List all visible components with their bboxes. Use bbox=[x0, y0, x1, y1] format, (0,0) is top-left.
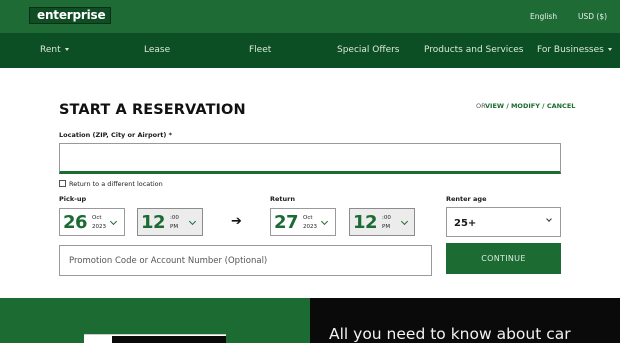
return-year: 2023 bbox=[303, 224, 317, 230]
pickup-day: 26 bbox=[63, 212, 88, 233]
promotion-code-input[interactable]: Promotion Code or Account Number (Option… bbox=[59, 245, 432, 276]
location-label: Location (ZIP, City or Airport) * bbox=[59, 131, 173, 139]
enterprise-logo[interactable]: enterprise bbox=[29, 7, 111, 24]
return-month: Oct bbox=[303, 215, 313, 221]
return-different-label: Return to a different location bbox=[69, 180, 163, 188]
arrow-right-icon: ➔ bbox=[231, 214, 242, 229]
page-title: START A RESERVATION bbox=[59, 102, 246, 118]
nav-item-label: For Businesses bbox=[537, 45, 604, 55]
pickup-year: 2023 bbox=[92, 224, 106, 230]
nav-item-label: Fleet bbox=[249, 45, 272, 55]
nav-item-fleet[interactable]: Fleet bbox=[249, 33, 271, 68]
footer-card-image bbox=[112, 336, 226, 343]
location-input[interactable] bbox=[59, 143, 561, 174]
currency-selector[interactable]: USD ($) bbox=[578, 12, 607, 21]
chevron-down-icon bbox=[546, 216, 552, 222]
pickup-label: Pick-up bbox=[59, 195, 87, 203]
chevron-down-icon bbox=[109, 217, 118, 226]
top-bar: enterprise English USD ($) bbox=[0, 0, 620, 33]
chevron-down-icon bbox=[607, 48, 612, 51]
pickup-hour: 12 bbox=[141, 212, 166, 233]
pickup-minute: :00 bbox=[170, 215, 179, 221]
chevron-down-icon bbox=[400, 217, 409, 226]
footer-info-panel: All you need to know about car bbox=[310, 298, 620, 343]
nav-item-label: Lease bbox=[144, 45, 171, 55]
footer-headline: All you need to know about car bbox=[329, 325, 571, 343]
return-hour: 12 bbox=[353, 212, 378, 233]
pickup-ampm: PM bbox=[170, 224, 179, 230]
pickup-time-selector[interactable]: 12 :00 PM bbox=[137, 208, 203, 236]
view-modify-cancel-link[interactable]: VIEW / MODIFY / CANCEL bbox=[485, 102, 575, 110]
pickup-date-selector[interactable]: 26 Oct 2023 bbox=[59, 208, 125, 236]
nav-item-label: Special Offers bbox=[337, 45, 400, 55]
nav-item-rent[interactable]: Rent bbox=[40, 33, 69, 68]
nav-item-special-offers[interactable]: Special Offers bbox=[337, 33, 400, 68]
continue-button[interactable]: CONTINUE bbox=[446, 243, 561, 274]
nav-item-label: Products and Services bbox=[424, 45, 524, 55]
language-selector[interactable]: English bbox=[530, 12, 557, 21]
chevron-down-icon bbox=[320, 217, 329, 226]
promotion-code-placeholder: Promotion Code or Account Number (Option… bbox=[69, 256, 268, 266]
return-day: 27 bbox=[274, 212, 299, 233]
nav-item-products-services[interactable]: Products and Services bbox=[424, 33, 523, 68]
return-ampm: PM bbox=[382, 224, 391, 230]
renter-age-label: Renter age bbox=[446, 195, 487, 203]
nav-item-lease[interactable]: Lease bbox=[144, 33, 170, 68]
return-different-checkbox[interactable] bbox=[59, 180, 66, 187]
return-label: Return bbox=[270, 195, 295, 203]
chevron-down-icon bbox=[64, 48, 69, 51]
return-time-selector[interactable]: 12 :00 PM bbox=[349, 208, 415, 236]
main-nav: Rent Lease Fleet Special Offers Products… bbox=[0, 33, 620, 68]
chevron-down-icon bbox=[188, 217, 197, 226]
renter-age-value: 25+ bbox=[454, 218, 477, 229]
pickup-month: Oct bbox=[92, 215, 102, 221]
return-minute: :00 bbox=[382, 215, 391, 221]
return-date-selector[interactable]: 27 Oct 2023 bbox=[270, 208, 336, 236]
renter-age-select[interactable]: 25+ bbox=[446, 207, 561, 237]
nav-item-for-businesses[interactable]: For Businesses bbox=[537, 33, 612, 68]
nav-item-label: Rent bbox=[40, 45, 61, 55]
